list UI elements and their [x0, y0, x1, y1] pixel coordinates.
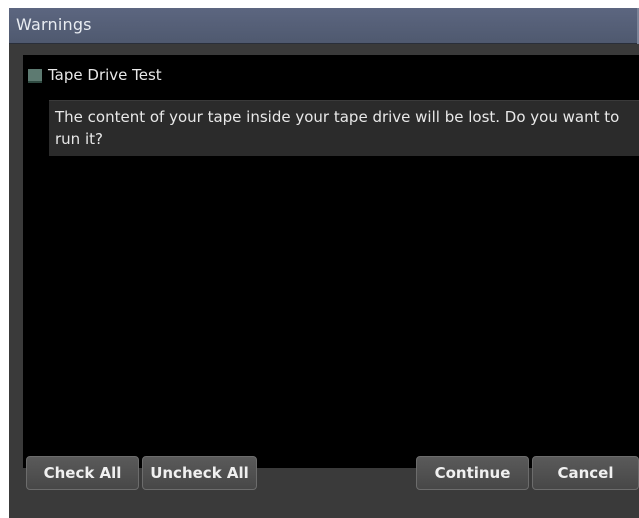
- warning-title: Tape Drive Test: [48, 66, 162, 84]
- warning-checkbox[interactable]: [28, 69, 42, 83]
- warnings-list: Tape Drive Test The content of your tape…: [23, 55, 639, 468]
- warnings-dialog: Warnings Tape Drive Test The content of …: [9, 8, 639, 518]
- continue-button[interactable]: Continue: [416, 456, 529, 490]
- cancel-button[interactable]: Cancel: [532, 456, 639, 490]
- warning-message: The content of your tape inside your tap…: [49, 100, 639, 156]
- dialog-title: Warnings: [16, 15, 92, 34]
- warning-item: Tape Drive Test: [23, 55, 639, 89]
- check-all-button[interactable]: Check All: [26, 456, 139, 490]
- uncheck-all-button[interactable]: Uncheck All: [142, 456, 257, 490]
- dialog-titlebar[interactable]: Warnings: [9, 8, 639, 44]
